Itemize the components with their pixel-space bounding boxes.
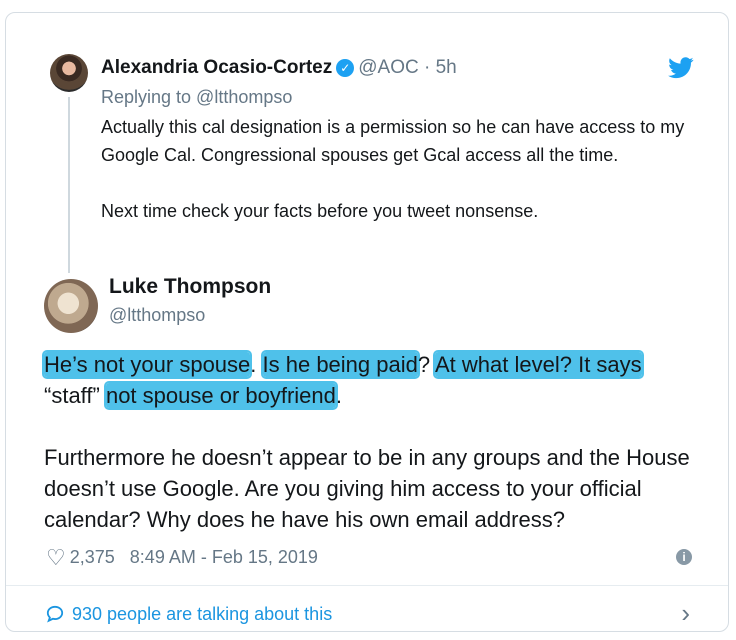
heart-icon[interactable]: ♡ [46,545,66,571]
highlight-1: He’s not your spouse [44,352,251,377]
main-tweet-text: He’s not your spouse. Is he being paid? … [44,349,694,535]
reply-tweet-text: Actually this cal designation is a permi… [101,113,701,225]
main-author-name[interactable]: Luke Thompson [109,275,271,299]
reply-handle-time[interactable]: @AOC · 5h [358,57,456,78]
tweet-embed-card: Alexandria Ocasio-Cortez ✓ @AOC · 5h Reply… [5,12,729,632]
luke-thompson-avatar[interactable] [44,279,98,333]
aoc-avatar[interactable] [50,54,88,92]
text-seg-6: “staff” [44,383,106,408]
comment-bubble-icon [46,605,64,623]
text-seg-4: ? [417,352,435,377]
text-seg-8: . [335,383,343,408]
highlight-2: Is he being paid [262,352,418,377]
main-author-handle[interactable]: @ltthompso [109,305,205,326]
reply-paragraph-2: Next time check your facts before you tw… [101,201,539,221]
reply-author-row: Alexandria Ocasio-Cortez ✓ @AOC · 5h [101,57,457,79]
replying-to[interactable]: Replying to @ltthompso [101,87,292,108]
thread-line [68,97,70,273]
divider [6,585,728,586]
talking-about-link[interactable]: 930 people are talking about this [46,604,332,625]
reply-author-name[interactable]: Alexandria Ocasio-Cortez [101,57,332,78]
main-paragraph-2: Furthermore he doesn’t appear to be in a… [44,445,690,532]
twitter-bird-icon[interactable] [668,57,694,79]
verified-badge-icon: ✓ [336,59,355,77]
chevron-right-icon[interactable]: › [681,600,690,626]
main-paragraph-1: He’s not your spouse. Is he being paid? … [44,349,694,411]
info-icon[interactable]: i [676,549,692,565]
highlight-4: not spouse or boyfriend [105,383,336,408]
reply-paragraph-1: Actually this cal designation is a permi… [101,117,685,165]
tweet-meta: ♡ 2,375 8:49 AM - Feb 15, 2019 [46,545,318,571]
talking-about-text: 930 people are talking about this [72,604,333,624]
text-seg-2: . [250,352,263,377]
highlight-3: At what level? It says [435,352,642,377]
like-count[interactable]: 2,375 [70,547,115,567]
tweet-timestamp[interactable]: 8:49 AM - Feb 15, 2019 [130,547,318,567]
